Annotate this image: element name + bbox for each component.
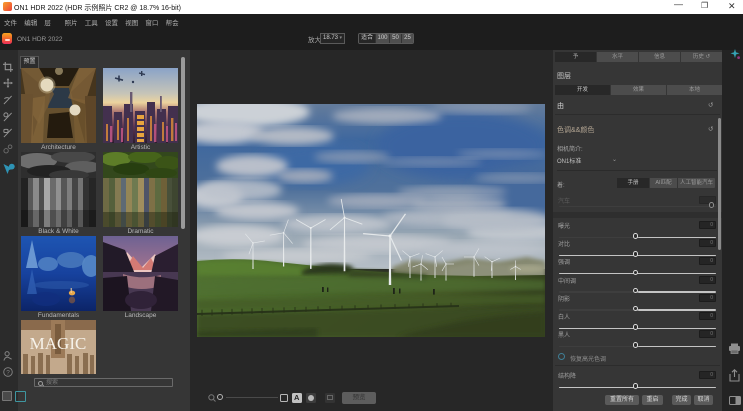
svg-text:?: ?	[6, 369, 10, 376]
svg-text:MAGIC: MAGIC	[30, 334, 87, 353]
